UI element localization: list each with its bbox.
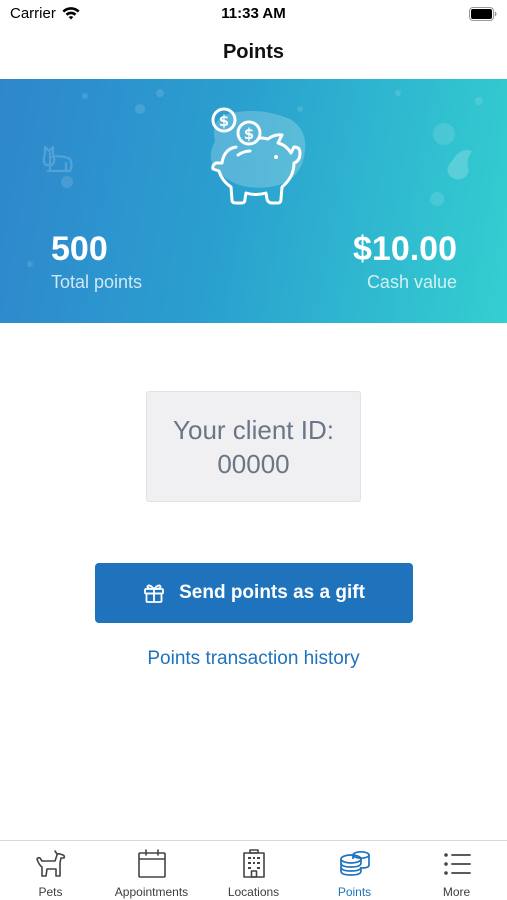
tab-label-pets: Pets	[38, 885, 63, 899]
page-title: Points	[222, 41, 285, 63]
total-points-stat: 500 Total points	[51, 229, 142, 294]
tab-label-appointments: Appointments	[114, 885, 189, 899]
coins-icon	[339, 850, 370, 876]
tab-bar: Pets Appointments Locations Points More	[0, 840, 507, 900]
total-points-value: 500	[51, 230, 108, 268]
tab-label-locations: Locations	[227, 885, 280, 899]
tab-label-points: Points	[337, 885, 372, 899]
gift-icon	[144, 584, 164, 603]
tab-more[interactable]: More	[406, 841, 507, 900]
cash-value-label: Cash value	[366, 272, 457, 292]
cash-value-stat: $10.00 Cash value	[353, 229, 457, 294]
total-points-label: Total points	[51, 272, 143, 292]
points-hero-banner: $ $ 500 Total points $10.00 Cash value	[0, 79, 507, 323]
piggy-bank-coins-icon: $ $	[211, 107, 302, 205]
send-points-gift-button[interactable]: Send points as a gift	[95, 563, 413, 623]
points-transaction-history-link[interactable]: Points transaction history	[0, 648, 507, 670]
menu-list-icon	[443, 853, 471, 875]
tab-appointments[interactable]: Appointments	[101, 841, 202, 900]
client-id-label: Your client ID:	[173, 415, 334, 445]
status-bar: Carrier 11:33 AM	[0, 0, 507, 30]
calendar-icon	[137, 849, 166, 878]
tab-points[interactable]: Points	[304, 841, 405, 900]
svg-text:$: $	[219, 112, 229, 130]
status-time: 11:33 AM	[221, 5, 286, 22]
dog-icon	[35, 850, 65, 877]
building-icon	[242, 849, 265, 878]
client-id-box: Your client ID: 00000	[146, 391, 361, 502]
cash-value: $10.00	[353, 230, 457, 268]
client-id-value: 00000	[217, 449, 290, 479]
svg-text:$: $	[244, 125, 254, 143]
tab-label-more: More	[442, 885, 471, 899]
tab-locations[interactable]: Locations	[203, 841, 304, 900]
send-points-gift-label: Send points as a gift	[179, 582, 365, 603]
battery-icon	[469, 7, 497, 21]
tab-pets[interactable]: Pets	[0, 841, 101, 900]
